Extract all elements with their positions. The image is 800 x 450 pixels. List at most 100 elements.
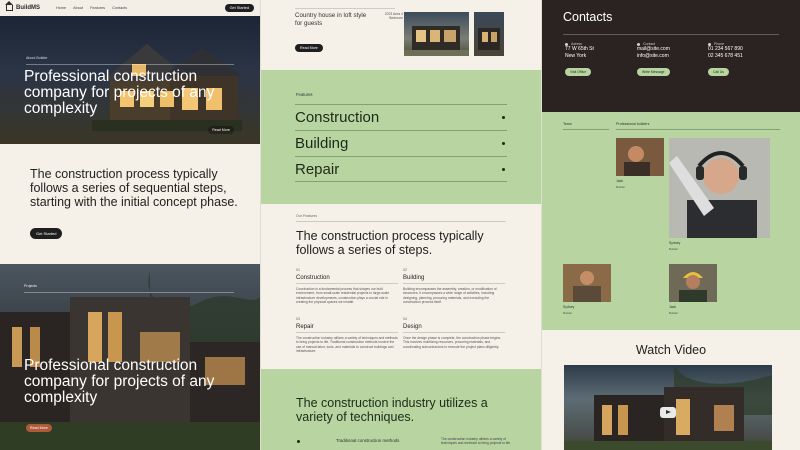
- call-us-button[interactable]: Call Us: [708, 68, 729, 76]
- play-icon[interactable]: [660, 407, 676, 418]
- member-name: Jack: [669, 305, 676, 309]
- member-role: Builder: [669, 311, 679, 315]
- member-role: Builder: [669, 247, 679, 251]
- member-role: Builder: [563, 311, 573, 315]
- step-card: 01 Construction Construction is a fundam…: [296, 268, 398, 305]
- address-block: Adress 77 W 65th St New York Visit Offic…: [565, 42, 635, 78]
- feature-name: Building: [295, 135, 349, 152]
- phone-block: Phone 01 234 567 890 02 345 678 451 Call…: [708, 42, 778, 78]
- bullet-icon: [502, 142, 505, 145]
- steps-section: Our Features The construction process ty…: [261, 204, 541, 369]
- project-meta: 2023 Area 4 Bedroom: [384, 12, 403, 21]
- video-player[interactable]: [564, 365, 772, 450]
- team-member-photo[interactable]: [616, 138, 664, 176]
- phone-link[interactable]: 01 234 567 890: [708, 46, 778, 53]
- email-link[interactable]: info@site.com: [637, 53, 707, 60]
- projects-kicker: Projects: [24, 284, 37, 288]
- write-message-button[interactable]: Write Message: [637, 68, 670, 76]
- address-line: 77 W 65th St: [565, 46, 594, 52]
- divider: [563, 129, 609, 130]
- step-number: 01: [296, 268, 300, 272]
- bullet-icon: [297, 440, 300, 443]
- contact-block: Contact mail@site.com info@site.com Writ…: [637, 42, 707, 78]
- step-title: Building: [403, 275, 505, 284]
- divider: [296, 221, 506, 222]
- step-card: 04 Design Once the design phase is compl…: [403, 317, 505, 349]
- house-icon: [5, 1, 13, 11]
- team-member-photo[interactable]: [563, 264, 611, 302]
- landing-preview-left: BuildMS Home About Features Contacts Get…: [0, 0, 260, 450]
- hero-title: Professional construction company for pr…: [24, 68, 215, 117]
- nav-link-home[interactable]: Home: [56, 6, 66, 10]
- team-member-photo[interactable]: [669, 138, 770, 238]
- video-title: Watch Video: [635, 343, 707, 357]
- address-line: New York: [565, 53, 587, 59]
- contacts-section: Contacts Adress 77 W 65th St New York Vi…: [542, 0, 800, 112]
- step-number: 02: [403, 268, 407, 272]
- step-number: 04: [403, 317, 407, 321]
- step-text: Once the design phase is complete, the c…: [403, 336, 502, 349]
- read-more-button[interactable]: Read More: [26, 424, 52, 432]
- contacts-title: Contacts: [563, 10, 613, 24]
- read-more-button[interactable]: Read More: [208, 126, 234, 134]
- techniques-section: The construction industry utilizes a var…: [261, 369, 541, 450]
- bullet-icon: [502, 116, 505, 119]
- phone-link[interactable]: 02 345 678 451: [708, 53, 778, 60]
- nav-link-about[interactable]: About: [73, 6, 83, 10]
- steps-kicker: Our Features: [296, 214, 318, 218]
- step-title: Design: [403, 324, 505, 333]
- feature-item-building[interactable]: Building: [295, 130, 507, 156]
- logo[interactable]: BuildMS: [5, 1, 40, 11]
- divider: [24, 292, 234, 293]
- techniques-title: The construction industry utilizes a var…: [296, 396, 488, 424]
- brand-name: BuildMS: [16, 5, 40, 11]
- bullet-icon: [502, 167, 505, 171]
- feature-item-construction[interactable]: Construction: [295, 104, 507, 130]
- landing-preview-middle: Country house in loft style for guests 2…: [260, 0, 542, 450]
- team-label: Team: [563, 122, 572, 126]
- top-nav: BuildMS Home About Features Contacts Get…: [0, 0, 260, 16]
- technique-item[interactable]: Traditional construction methods: [336, 438, 399, 443]
- team-member-photo[interactable]: [669, 264, 717, 302]
- feature-item-repair[interactable]: Repair: [295, 156, 507, 182]
- hero-kicker: About Builder: [26, 56, 48, 60]
- member-role: Builder: [616, 185, 626, 189]
- project-photo[interactable]: [474, 12, 504, 56]
- nav-links: Home About Features Contacts: [56, 6, 127, 10]
- divider: [616, 129, 780, 130]
- team-sublabel: Professional builders: [616, 122, 650, 126]
- feature-name: Repair: [295, 160, 340, 178]
- visit-office-button[interactable]: Visit Office: [565, 68, 592, 76]
- features-section: Features Construction Building Repair: [261, 70, 541, 204]
- step-card: 03 Repair The construction industry util…: [296, 317, 398, 354]
- step-number: 03: [296, 317, 300, 321]
- email-link[interactable]: mail@site.com: [637, 46, 707, 53]
- project-card: Country house in loft style for guests 2…: [261, 0, 541, 70]
- nav-link-contacts[interactable]: Contacts: [112, 6, 127, 10]
- get-started-button[interactable]: Get Started: [30, 228, 63, 239]
- project-title: Country house in loft style for guests: [295, 12, 367, 27]
- step-text: The construction industry utilizes a var…: [296, 336, 398, 354]
- project-photo[interactable]: [404, 12, 469, 56]
- team-section: Team Professional builders Jack Builder: [542, 112, 800, 330]
- divider: [295, 8, 395, 9]
- video-section: Watch Video: [542, 330, 800, 450]
- member-name: Sydney: [563, 305, 575, 309]
- read-more-button[interactable]: Read More: [295, 44, 323, 52]
- hero-section: About Builder Professional construction …: [0, 16, 260, 144]
- projects-hero: Projects Professional construction compa…: [0, 264, 260, 450]
- step-text: Building encompasses the assembly, creat…: [403, 287, 497, 305]
- step-text: Construction is a fundamental process th…: [296, 287, 390, 305]
- landing-preview-right: Contacts Adress 77 W 65th St New York Vi…: [542, 0, 800, 450]
- step-card: 02 Building Building encompasses the ass…: [403, 268, 505, 305]
- step-title: Construction: [296, 275, 398, 284]
- divider: [563, 34, 779, 35]
- technique-description: The construction industry utilizes a var…: [441, 437, 512, 446]
- get-started-nav-button[interactable]: Get Started: [224, 4, 254, 12]
- nav-link-features[interactable]: Features: [90, 6, 105, 10]
- member-name: Sydney: [669, 241, 681, 245]
- features-list: Construction Building Repair: [295, 104, 507, 182]
- divider: [26, 64, 234, 65]
- step-title: Repair: [296, 324, 398, 333]
- feature-name: Construction: [295, 109, 380, 126]
